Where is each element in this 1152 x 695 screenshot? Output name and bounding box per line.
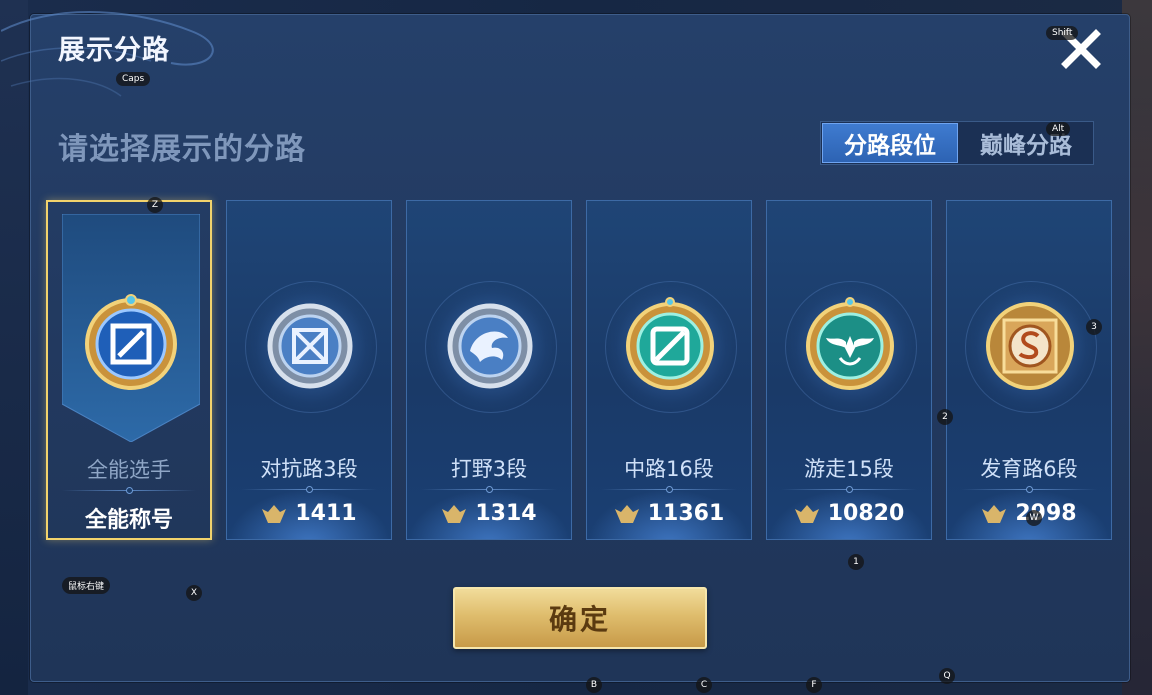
card-score: 全能称号 bbox=[84, 508, 173, 533]
page-subtitle: 请选择展示的分路 bbox=[58, 132, 306, 167]
card-name: 中路16段 bbox=[624, 457, 714, 481]
jungle-dragon-emblem-icon bbox=[447, 303, 533, 389]
key-hint-w: W bbox=[1026, 510, 1042, 526]
points-icon bbox=[442, 504, 467, 523]
card-score: 1411 bbox=[295, 501, 357, 526]
card-name: 打野3段 bbox=[450, 457, 528, 481]
card-score: 11361 bbox=[647, 501, 725, 526]
card-score: 2998 bbox=[1015, 501, 1077, 526]
card-divider bbox=[781, 486, 917, 493]
key-hint-alt: Alt bbox=[1046, 122, 1071, 136]
key-hint-f: F bbox=[806, 677, 822, 693]
lane-card-jungle[interactable]: 打野3段 1314 bbox=[406, 200, 572, 540]
points-icon bbox=[794, 504, 819, 523]
key-hint-2: 2 bbox=[937, 409, 953, 425]
points-icon bbox=[982, 504, 1007, 523]
key-hint-c: C bbox=[696, 677, 712, 693]
all-round-emblem-icon bbox=[85, 294, 177, 390]
card-score: 10820 bbox=[827, 501, 905, 526]
lane-card-mid[interactable]: 中路16段 11361 bbox=[586, 200, 752, 540]
points-icon bbox=[262, 504, 287, 523]
card-name: 发育路6段 bbox=[980, 457, 1078, 481]
card-divider bbox=[421, 486, 557, 493]
card-name: 游走15段 bbox=[804, 457, 894, 481]
card-divider bbox=[62, 487, 196, 494]
card-score-row: 11361 bbox=[587, 501, 751, 526]
background-left-edge bbox=[0, 0, 28, 695]
card-score-row: 1411 bbox=[227, 501, 391, 526]
key-hint-mouse-right: 鼠标右键 bbox=[62, 577, 111, 594]
card-name: 对抗路3段 bbox=[260, 457, 358, 481]
farm-lane-emblem-icon bbox=[986, 302, 1074, 390]
key-hint-1: 1 bbox=[848, 554, 864, 570]
lane-card-clash[interactable]: 对抗路3段 1411 bbox=[226, 200, 392, 540]
roam-wings-emblem-icon bbox=[806, 297, 894, 390]
card-score-row: 10820 bbox=[767, 501, 931, 526]
confirm-button[interactable]: 确定 bbox=[453, 587, 707, 649]
decorative-swirl-icon bbox=[1, 11, 214, 97]
lane-card-roam[interactable]: 游走15段 10820 bbox=[766, 200, 932, 540]
tab-lane-rank[interactable]: 分路段位 bbox=[822, 123, 958, 163]
key-hint-3: 3 bbox=[1086, 319, 1102, 335]
card-divider bbox=[961, 486, 1097, 493]
lane-card-farm[interactable]: 发育路6段 2998 bbox=[946, 200, 1112, 540]
modal-title: 展示分路 bbox=[58, 35, 170, 66]
card-divider bbox=[241, 486, 377, 493]
key-hint-shift: Shift bbox=[1046, 26, 1079, 40]
clash-lane-emblem-icon bbox=[267, 303, 353, 389]
card-title-text: 全能称号 bbox=[48, 502, 210, 534]
card-score-row: 1314 bbox=[407, 501, 571, 526]
points-icon bbox=[614, 504, 639, 523]
mid-lane-emblem-icon bbox=[626, 297, 714, 390]
card-divider bbox=[601, 486, 737, 493]
key-hint-z: Z bbox=[147, 197, 163, 213]
key-hint-caps: Caps bbox=[116, 72, 151, 86]
key-hint-x: X bbox=[186, 585, 202, 601]
lane-card-all-round[interactable]: 全能选手 全能称号 bbox=[46, 200, 212, 540]
tab-peak-lane[interactable]: 巅峰分路 bbox=[959, 122, 1093, 164]
key-hint-b: B bbox=[586, 677, 602, 693]
card-score: 1314 bbox=[475, 501, 537, 526]
card-name: 全能选手 bbox=[87, 458, 171, 482]
key-hint-q: Q bbox=[939, 668, 955, 684]
